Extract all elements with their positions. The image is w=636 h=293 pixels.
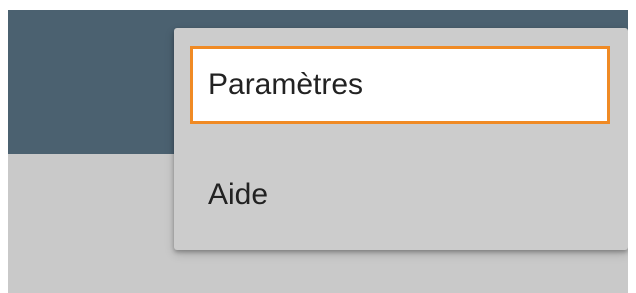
- menu-item-label: Paramètres: [208, 68, 364, 101]
- app-screen: Paramètres Aide: [8, 10, 628, 293]
- menu-item-parametres[interactable]: Paramètres: [190, 46, 610, 124]
- menu-item-label: Aide: [208, 178, 269, 211]
- overflow-menu: Paramètres Aide: [174, 28, 628, 250]
- menu-item-aide[interactable]: Aide: [190, 156, 610, 234]
